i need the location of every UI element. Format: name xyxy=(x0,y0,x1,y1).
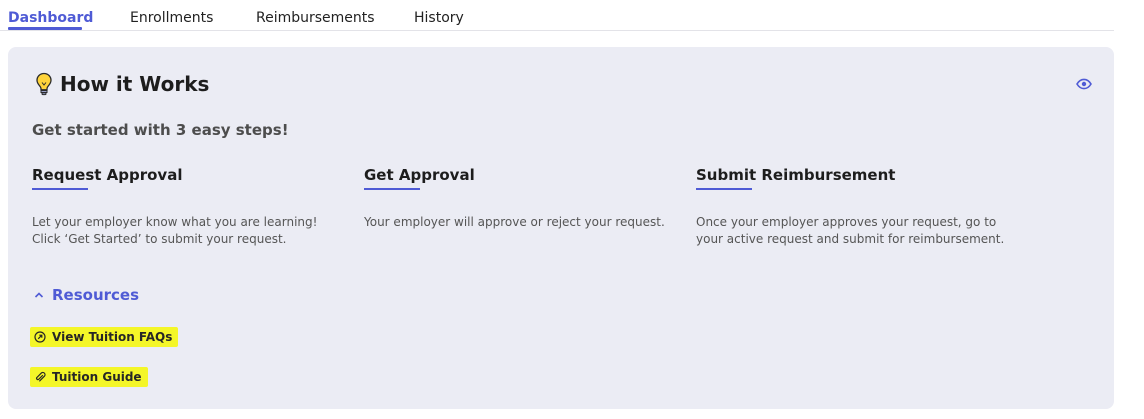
chevron-up-icon xyxy=(34,288,44,302)
step-description: Once your employer approves your request… xyxy=(696,215,1005,246)
view-tuition-faqs-link[interactable]: View Tuition FAQs xyxy=(30,327,179,347)
tab-history[interactable]: History xyxy=(414,10,464,26)
step-underline xyxy=(364,188,420,190)
tab-enrollments[interactable]: Enrollments xyxy=(130,10,213,26)
step-title: Request Approval xyxy=(32,166,183,184)
active-tab-indicator xyxy=(8,27,82,30)
resources-label: Resources xyxy=(52,286,140,304)
step-description: Let your employer know what you are lear… xyxy=(32,215,318,246)
step-request-approval: Request Approval Let your employer know … xyxy=(32,165,342,248)
eye-icon[interactable] xyxy=(1076,76,1092,92)
resources-toggle[interactable]: Resources xyxy=(34,286,139,304)
lightbulb-icon xyxy=(34,71,54,97)
step-get-approval: Get Approval Your employer will approve … xyxy=(364,165,674,231)
how-it-works-card: How it Works Get started with 3 easy ste… xyxy=(8,47,1114,409)
tab-reimbursements[interactable]: Reimbursements xyxy=(256,10,375,26)
step-title: Get Approval xyxy=(364,166,475,184)
step-underline xyxy=(32,188,88,190)
tuition-guide-link[interactable]: Tuition Guide xyxy=(30,367,148,387)
external-link-icon xyxy=(34,331,46,343)
step-underline xyxy=(696,188,752,190)
card-header: How it Works xyxy=(34,71,209,97)
tab-bar: Dashboard Enrollments Reimbursements His… xyxy=(0,0,1114,31)
card-subtitle: Get started with 3 easy steps! xyxy=(32,121,289,139)
tab-dashboard[interactable]: Dashboard xyxy=(8,10,93,26)
link-label: View Tuition FAQs xyxy=(52,330,173,344)
paperclip-icon xyxy=(34,371,46,383)
step-title: Submit Reimbursement xyxy=(696,166,896,184)
step-submit-reimbursement: Submit Reimbursement Once your employer … xyxy=(696,165,1006,248)
card-title: How it Works xyxy=(60,72,210,96)
link-label: Tuition Guide xyxy=(52,370,142,384)
step-description: Your employer will approve or reject you… xyxy=(364,215,665,229)
